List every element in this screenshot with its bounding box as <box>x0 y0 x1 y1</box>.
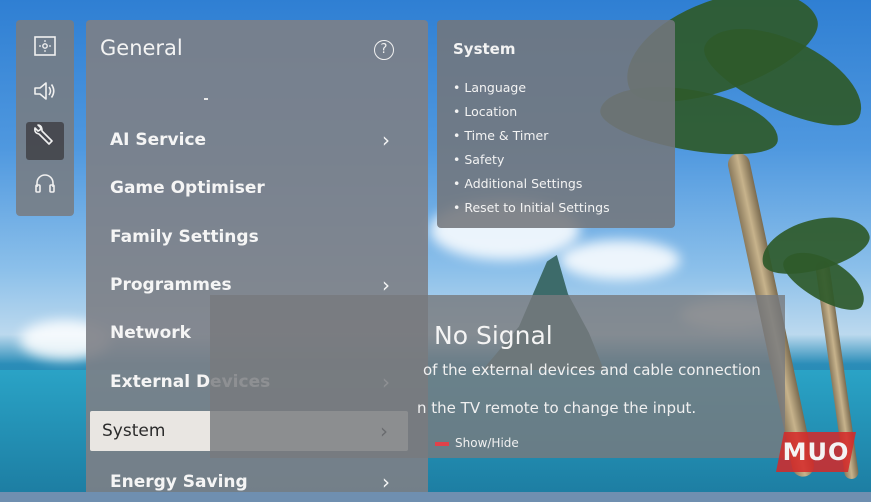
info-item: Reset to Initial Settings <box>453 196 609 220</box>
muo-watermark-logo: MUO <box>776 432 856 472</box>
menu-item-label: System <box>102 421 166 441</box>
no-signal-instruction: n the TV remote to change the input. <box>417 399 697 417</box>
menu-item-game-optimiser[interactable]: Game Optimiser <box>102 168 412 208</box>
menu-item-label: AI Service <box>110 130 207 150</box>
info-item: Language <box>453 76 610 100</box>
category-rail <box>16 20 74 216</box>
chevron-right-icon: › <box>382 128 390 152</box>
info-item: Additional Settings <box>453 172 610 196</box>
picture-settings-icon[interactable] <box>31 36 59 64</box>
headset-icon[interactable] <box>31 172 59 200</box>
system-info-panel: System Language Location Time & Timer Sa… <box>437 20 675 228</box>
menu-item-label: Family Settings <box>110 227 259 247</box>
menu-item-label: Game Optimiser <box>110 178 265 198</box>
panel-title: General <box>100 36 183 60</box>
menu-item-ai-service[interactable]: AI Service › <box>102 120 412 160</box>
info-item: Location <box>453 100 610 124</box>
help-icon[interactable]: ? <box>374 40 394 60</box>
show-hide-hint[interactable]: Show/Hide <box>435 436 519 450</box>
menu-item-label: Energy Saving <box>110 472 248 492</box>
info-item: Safety <box>453 148 610 172</box>
info-item: Time & Timer <box>453 124 610 148</box>
sound-icon[interactable] <box>31 80 59 108</box>
menu-item-energy-saving[interactable]: Energy Saving › <box>102 462 412 502</box>
info-title: System <box>453 40 516 58</box>
chevron-right-icon: › <box>382 470 390 494</box>
no-signal-dialog: No Signal of the external devices and ca… <box>210 295 785 458</box>
info-list: Language Location Time & Timer Safety Ad… <box>453 76 610 220</box>
no-signal-message: of the external devices and cable connec… <box>423 361 761 379</box>
no-signal-title: No Signal <box>434 321 553 350</box>
red-button-icon <box>435 442 449 446</box>
wrench-icon[interactable] <box>26 122 64 160</box>
menu-item-label: Network <box>110 323 191 343</box>
show-hide-label: Show/Hide <box>455 436 519 450</box>
scroll-indicator <box>204 98 208 100</box>
menu-item-family-settings[interactable]: Family Settings <box>102 217 412 257</box>
